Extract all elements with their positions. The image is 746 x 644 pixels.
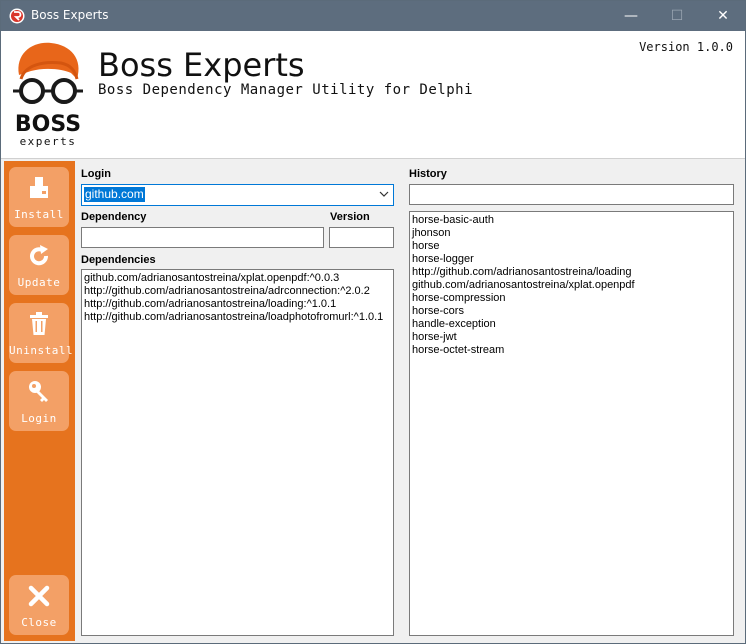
list-item[interactable]: horse-basic-auth — [410, 214, 733, 227]
list-item[interactable]: handle-exception — [410, 318, 733, 331]
history-filter-input[interactable] — [409, 184, 734, 205]
install-label: Install — [14, 208, 64, 221]
list-item[interactable]: horse-jwt — [410, 331, 733, 344]
list-item[interactable]: http://github.com/adrianosantostreina/lo… — [82, 298, 393, 311]
list-item[interactable]: horse-compression — [410, 292, 733, 305]
login-label: Login — [21, 412, 57, 425]
list-item[interactable]: horse-octet-stream — [410, 344, 733, 357]
dependency-input[interactable] — [81, 227, 324, 248]
list-item[interactable]: http://github.com/adrianosantostreina/lo… — [410, 266, 733, 279]
close-icon — [28, 585, 50, 607]
title-bar: Boss Experts — ☐ ✕ — [1, 1, 745, 31]
dependencies-label: Dependencies — [81, 254, 156, 266]
list-item[interactable]: github.com/adrianosantostreina/xplat.ope… — [410, 279, 733, 292]
history-label: History — [409, 168, 447, 180]
version-field-label: Version — [330, 211, 370, 223]
svg-text:BOSS: BOSS — [15, 112, 81, 137]
list-item[interactable]: http://github.com/adrianosantostreina/lo… — [82, 311, 393, 324]
maximize-button[interactable]: ☐ — [654, 1, 700, 31]
close-window-button[interactable]: ✕ — [700, 1, 746, 31]
list-item[interactable]: horse-logger — [410, 253, 733, 266]
version-label: Version 1.0.0 — [639, 40, 733, 54]
list-item[interactable]: jhonson — [410, 227, 733, 240]
app-window: Boss Experts — ☐ ✕ BOSS experts Boss Exp… — [0, 0, 746, 644]
update-label: Update — [17, 276, 61, 289]
dependencies-list[interactable]: github.com/adrianosantostreina/xplat.ope… — [81, 269, 394, 636]
list-item[interactable]: horse — [410, 240, 733, 253]
app-icon — [9, 8, 25, 24]
dependency-field-label: Dependency — [81, 211, 147, 223]
history-list[interactable]: horse-basic-auth jhonson horse horse-log… — [409, 211, 734, 636]
uninstall-button[interactable]: Uninstall — [9, 303, 74, 363]
install-button[interactable]: Install — [9, 167, 69, 227]
app-title: Boss Experts — [98, 46, 305, 84]
close-label: Close — [21, 616, 57, 629]
close-button[interactable]: Close — [9, 575, 69, 635]
uninstall-label: Uninstall — [9, 344, 74, 357]
window-title: Boss Experts — [31, 8, 109, 22]
version-input[interactable] — [329, 227, 394, 248]
app-subtitle: Boss Dependency Manager Utility for Delp… — [98, 82, 474, 98]
list-item[interactable]: github.com/adrianosantostreina/xplat.ope… — [82, 272, 393, 285]
download-icon — [30, 177, 48, 198]
header: BOSS experts Boss Experts Boss Dependenc… — [1, 31, 745, 159]
minimize-button[interactable]: — — [608, 1, 654, 31]
trash-icon — [30, 312, 48, 335]
key-icon — [29, 381, 48, 402]
list-item[interactable]: http://github.com/adrianosantostreina/ad… — [82, 285, 393, 298]
chevron-down-icon[interactable] — [379, 190, 389, 198]
login-button[interactable]: Login — [9, 371, 69, 431]
login-field-label: Login — [81, 168, 111, 180]
sidebar: Install Update Uninstall Login Close — [4, 161, 75, 641]
svg-text:experts: experts — [20, 135, 77, 148]
boss-logo: BOSS experts — [13, 42, 83, 148]
login-select[interactable]: github.com — [81, 184, 394, 206]
list-item[interactable]: horse-cors — [410, 305, 733, 318]
refresh-icon — [30, 245, 49, 266]
update-button[interactable]: Update — [9, 235, 69, 295]
login-select-value: github.com — [84, 187, 145, 202]
